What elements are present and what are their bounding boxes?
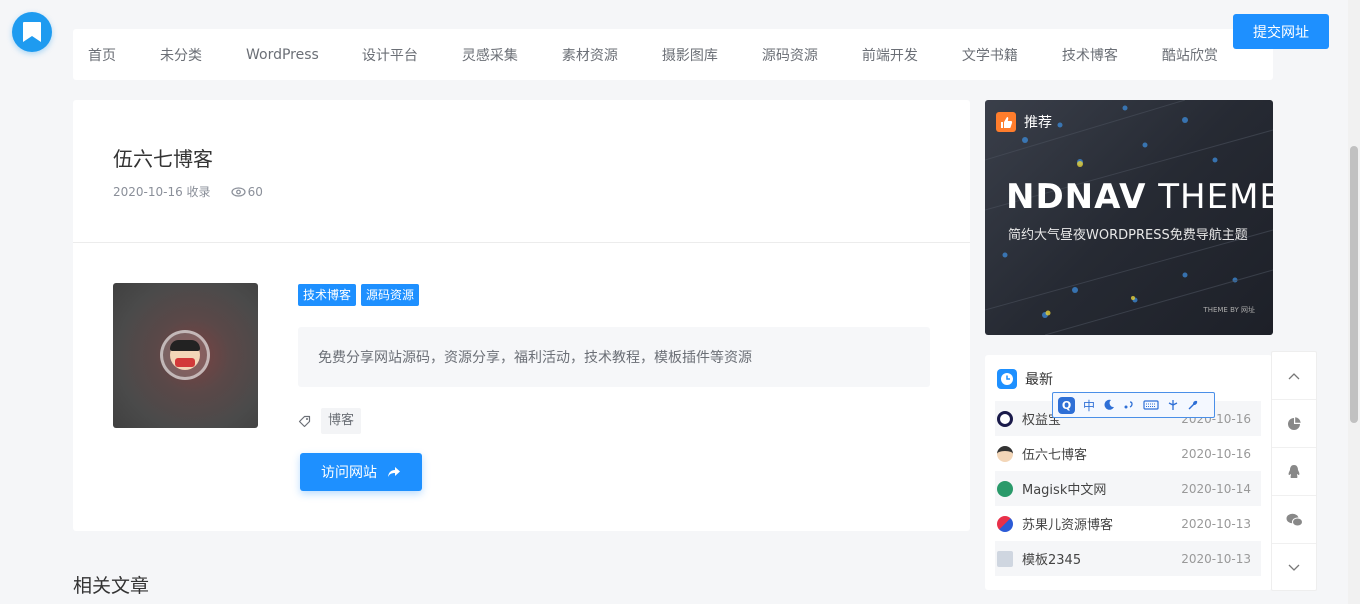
site-meta: 2020-10-16 收录 60 [113,183,263,200]
wechat-icon [1286,513,1303,526]
list-item[interactable]: 模板2345 2020-10-13 [995,541,1261,576]
nav-item-source-code[interactable]: 源码资源 [762,45,818,65]
list-item-name: 伍六七博客 [1022,448,1088,463]
submit-site-button[interactable]: 提交网址 [1233,14,1329,49]
view-count-value: 60 [247,184,263,199]
tag-icon [298,415,311,427]
nav-item-uncategorized[interactable]: 未分类 [160,45,202,65]
top-nav: 首页 未分类 WordPress 设计平台 灵感采集 素材资源 摄影图库 源码资… [73,29,1273,80]
broken-image-icon [997,550,1013,567]
visit-site-label: 访问网站 [321,465,377,481]
keyboard-icon[interactable] [1143,399,1159,411]
visit-site-button[interactable]: 访问网站 [300,453,422,491]
nav-item-home[interactable]: 首页 [88,45,116,65]
site-favicon [160,330,210,380]
ime-language-toggle[interactable]: 中 [1083,397,1095,414]
nav-item-materials[interactable]: 素材资源 [562,45,618,65]
nav-item-photo[interactable]: 摄影图库 [662,45,718,65]
latest-header: 最新 [997,369,1053,389]
ime-toolbar[interactable]: Q 中 [1052,392,1215,418]
nav-item-wordpress[interactable]: WordPress [246,47,319,63]
magisk-favicon-icon [997,480,1013,497]
list-item-date: 2020-10-13 [1181,516,1251,531]
promo-title-light: THEME [1146,177,1273,217]
list-item[interactable]: 苏果儿资源博客 2020-10-13 [995,506,1261,541]
latest-title: 最新 [1025,372,1053,388]
scrollbar-thumb[interactable] [1350,146,1358,423]
floating-toolbar [1271,351,1317,591]
site-thumbnail [113,283,258,428]
share-arrow-icon [388,467,400,477]
list-item[interactable]: 伍六七博客 2020-10-16 [995,436,1261,471]
site-description: 免费分享网站源码，资源分享，福利活动，技术教程，模板插件等资源 [298,327,930,387]
split-icon[interactable] [1167,399,1179,411]
list-item-name: Magisk中文网 [1022,483,1107,498]
list-item-date: 2020-10-14 [1181,481,1251,496]
list-item-date: 2020-10-16 [1181,446,1251,461]
promo-header: 推荐 [996,112,1052,132]
wuliuqi-favicon-icon [997,445,1013,462]
list-item[interactable]: Magisk中文网 2020-10-14 [995,471,1261,506]
qq-icon [1288,464,1300,478]
wrench-icon[interactable] [1187,399,1199,411]
promo-banner[interactable]: 推荐 NDNAV THEME 简约大气昼夜WORDPRESS免费导航主题 THE… [985,100,1273,335]
quanyibao-favicon-icon [997,410,1013,427]
promo-credit: THEME BY 网址 [1203,306,1255,314]
wechat-button[interactable] [1272,496,1316,544]
list-item-name: 模板2345 [1022,553,1082,568]
bookmark-icon [23,22,41,42]
tag-tech-blog[interactable]: 技术博客 [298,284,357,306]
chevron-up-icon [1288,372,1300,379]
theme-toggle-button[interactable] [1272,400,1316,448]
list-item-date: 2020-10-13 [1181,551,1251,566]
related-articles-heading: 相关文章 [73,575,150,597]
site-logo[interactable] [12,12,52,52]
promo-title-bold: NDNAV [1006,177,1147,217]
promo-label: 推荐 [1024,115,1052,131]
tag-source-code[interactable]: 源码资源 [361,284,420,306]
scroll-top-button[interactable] [1272,352,1316,400]
view-count: 60 [230,184,263,199]
list-item-name: 苏果儿资源博客 [1022,518,1114,533]
page-title: 伍六七博客 [113,147,213,171]
latest-list: 权益宝 2020-10-16 伍六七博客 2020-10-16 Magisk中文… [995,401,1261,576]
nav-item-books[interactable]: 文学书籍 [962,45,1018,65]
moon-icon[interactable] [1103,399,1115,411]
collected-date: 2020-10-16 收录 [113,185,211,199]
thumbs-up-icon [996,112,1016,132]
promo-subtitle: 简约大气昼夜WORDPRESS免费导航主题 [1008,228,1248,243]
ime-logo-icon[interactable]: Q [1058,396,1075,414]
site-detail-card: 伍六七博客 2020-10-16 收录 60 技术博客 源码资源 免费分享网站源… [73,100,970,531]
keyword-list: 博客 [298,408,362,434]
latest-panel: 最新 权益宝 2020-10-16 伍六七博客 2020-10-16 Magis… [985,355,1272,590]
nav-item-design[interactable]: 设计平台 [362,45,418,65]
chevron-down-icon [1288,564,1300,571]
nav-item-tech-blog[interactable]: 技术博客 [1062,45,1118,65]
nav-item-frontend[interactable]: 前端开发 [862,45,918,65]
punctuation-icon[interactable] [1123,399,1135,411]
suguoer-favicon-icon [997,515,1013,532]
category-tags: 技术博客 源码资源 [298,284,420,306]
clock-icon [997,369,1017,389]
divider [73,242,970,243]
page-scrollbar[interactable] [1348,0,1360,604]
nav-item-inspiration[interactable]: 灵感采集 [462,45,518,65]
pie-icon [1288,416,1301,430]
promo-background-pattern [985,100,1273,335]
avatar-icon [170,340,200,370]
promo-title: NDNAV THEME [1006,177,1273,217]
qq-button[interactable] [1272,448,1316,496]
scroll-bottom-button[interactable] [1272,544,1316,592]
keyword-chip[interactable]: 博客 [321,408,362,434]
nav-item-cool-sites[interactable]: 酷站欣赏 [1162,45,1218,65]
eye-icon [230,186,246,197]
